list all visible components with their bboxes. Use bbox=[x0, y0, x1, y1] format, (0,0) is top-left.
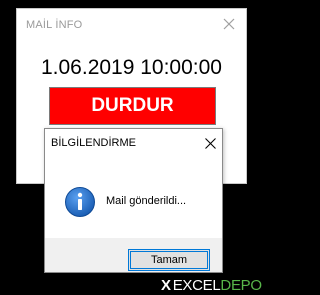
watermark-mark: X bbox=[161, 276, 171, 294]
watermark-depo: DEPO bbox=[220, 276, 262, 294]
dialog-title: BİLGİLENDİRME bbox=[51, 137, 136, 149]
dialog-message: Mail gönderildi... bbox=[106, 195, 187, 207]
stop-button[interactable]: DURDUR bbox=[49, 87, 216, 125]
window-title: MAİL İNFO bbox=[26, 19, 83, 31]
dialog-titlebar: BİLGİLENDİRME bbox=[45, 129, 222, 159]
info-icon bbox=[64, 186, 96, 218]
close-icon[interactable] bbox=[204, 137, 217, 150]
watermark-excel: EXCEL bbox=[172, 276, 221, 294]
dialog-content: Mail gönderildi... bbox=[45, 159, 222, 238]
info-dialog: BİLGİLENDİRME Mail gönderildi... Tamam bbox=[44, 128, 223, 273]
ok-button[interactable]: Tamam bbox=[128, 249, 210, 271]
datetime-display: 1.06.2019 10:00:00 bbox=[40, 56, 222, 79]
ok-button-label: Tamam bbox=[150, 254, 188, 266]
close-icon[interactable] bbox=[222, 17, 236, 31]
watermark-logo: X EXCEL DEPO bbox=[161, 276, 262, 294]
